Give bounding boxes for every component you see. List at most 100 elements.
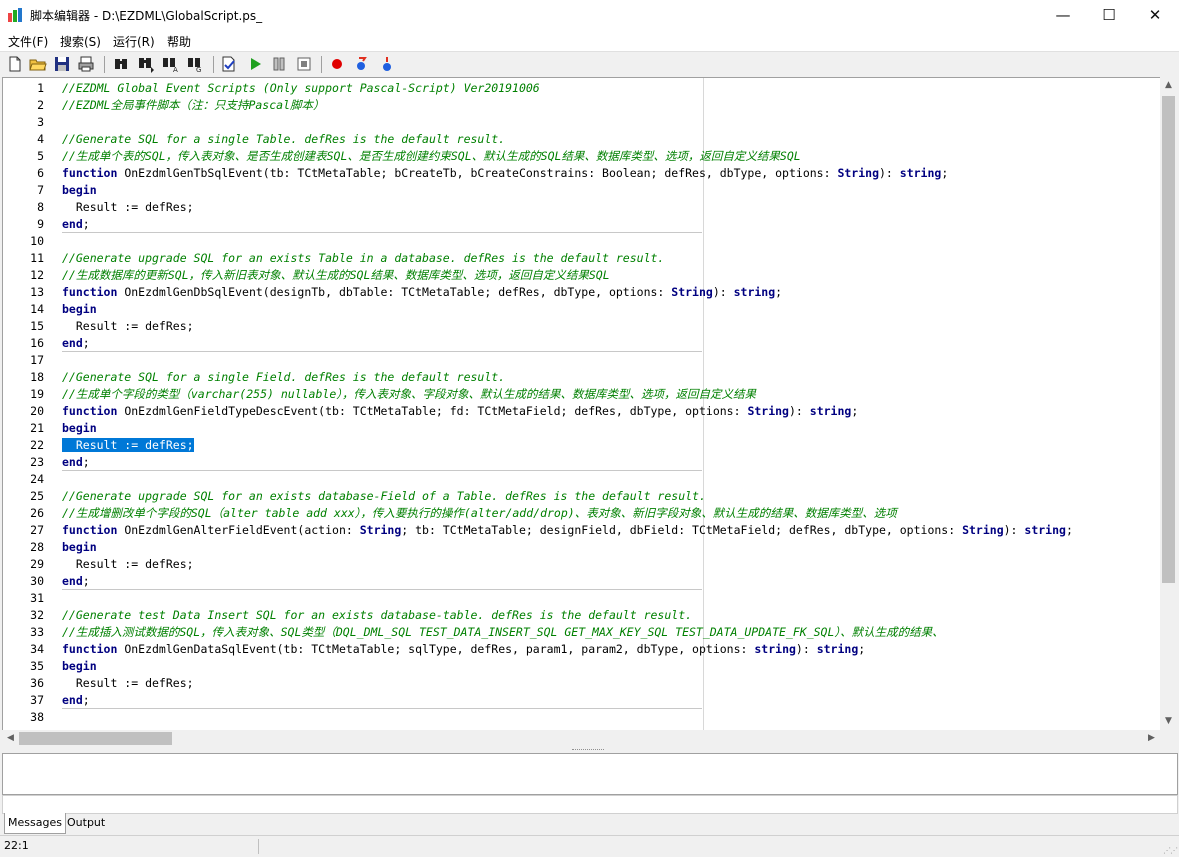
code-line[interactable]: 18 //Generate SQL for a single Field. def… bbox=[3, 369, 1160, 386]
horizontal-scroll-thumb[interactable] bbox=[19, 732, 172, 745]
code-line[interactable]: 16 end; bbox=[3, 335, 1160, 352]
code-line[interactable]: 12 //生成数据库的更新SQL，传入新旧表对象、默认生成的SQL结果、数据库类型… bbox=[3, 267, 1160, 284]
code-line[interactable]: 5 //生成单个表的SQL，传入表对象、是否生成创建表SQL、是否生成创建约束SQ… bbox=[3, 148, 1160, 165]
code-line[interactable]: 3 bbox=[3, 114, 1160, 131]
code-line[interactable]: 31 bbox=[3, 590, 1160, 607]
line-number: 12 bbox=[30, 268, 44, 282]
maximize-button[interactable]: ☐ bbox=[1086, 0, 1132, 31]
menu-run[interactable]: 运行(R) bbox=[113, 33, 155, 50]
code-line[interactable]: 26 //生成增删改单个字段的SQL（alter table add xxx），传… bbox=[3, 505, 1160, 522]
code-line[interactable]: 38 bbox=[3, 709, 1160, 726]
new-file-icon[interactable] bbox=[6, 55, 24, 73]
comment-token: //Generate SQL for a single Table. defRe… bbox=[62, 132, 506, 146]
messages-panel[interactable] bbox=[2, 753, 1178, 795]
code-token: OnEzdmlGenDbSqlEvent(designTb, dbTable: … bbox=[117, 285, 672, 299]
breakpoint-icon[interactable] bbox=[328, 55, 346, 73]
comment-token: //EZDML Global Event Scripts (Only suppo… bbox=[62, 81, 540, 95]
code-line[interactable]: 11 //Generate upgrade SQL for an exists T… bbox=[3, 250, 1160, 267]
code-text: //EZDML全局事件脚本（注：只支持Pascal脚本） bbox=[62, 97, 325, 114]
keyword-token: begin bbox=[62, 540, 97, 554]
code-line[interactable]: 25 //Generate upgrade SQL for an exists d… bbox=[3, 488, 1160, 505]
scroll-up-icon[interactable]: ▲ bbox=[1160, 77, 1177, 94]
code-line[interactable]: 27 function OnEzdmlGenAlterFieldEvent(act… bbox=[3, 522, 1160, 539]
code-line[interactable]: 4 //Generate SQL for a single Table. defR… bbox=[3, 131, 1160, 148]
code-line[interactable]: 21 begin bbox=[3, 420, 1160, 437]
step-icon[interactable] bbox=[295, 55, 313, 73]
code-token: OnEzdmlGenDataSqlEvent(tb: TCtMetaTable;… bbox=[117, 642, 755, 656]
resize-grip-icon[interactable]: ⋰⋰ bbox=[1163, 846, 1178, 855]
code-line[interactable]: 9 end; bbox=[3, 216, 1160, 233]
code-line[interactable]: 30 end; bbox=[3, 573, 1160, 590]
code-line[interactable]: 2 //EZDML全局事件脚本（注：只支持Pascal脚本） bbox=[3, 97, 1160, 114]
code-line[interactable]: 28 begin bbox=[3, 539, 1160, 556]
code-text: function OnEzdmlGenDataSqlEvent(tb: TCtM… bbox=[62, 641, 865, 658]
code-line[interactable]: 33 //生成插入测试数据的SQL，传入表对象、SQL类型（DQL_DML_SQL… bbox=[3, 624, 1160, 641]
horizontal-scrollbar[interactable]: ◀ ▶ bbox=[2, 730, 1160, 747]
status-bar: 22:1 ⋰⋰ bbox=[0, 835, 1179, 857]
code-line[interactable]: 36 Result := defRes; bbox=[3, 675, 1160, 692]
code-line[interactable]: 32 //Generate test Data Insert SQL for an… bbox=[3, 607, 1160, 624]
line-number: 13 bbox=[30, 285, 44, 299]
code-text: Result := defRes; bbox=[62, 675, 194, 692]
menu-help[interactable]: 帮助 bbox=[167, 33, 191, 50]
code-line[interactable]: 20 function OnEzdmlGenFieldTypeDescEvent(… bbox=[3, 403, 1160, 420]
code-line[interactable]: 13 function OnEzdmlGenDbSqlEvent(designTb… bbox=[3, 284, 1160, 301]
splitter-grip-icon[interactable] bbox=[572, 749, 604, 752]
open-folder-icon[interactable] bbox=[29, 55, 47, 73]
goto-line-icon[interactable]: G bbox=[187, 55, 205, 73]
code-line[interactable]: 23 end; bbox=[3, 454, 1160, 471]
code-text: //Generate upgrade SQL for an exists dat… bbox=[62, 488, 706, 505]
pause-icon[interactable] bbox=[270, 55, 288, 73]
keyword-token: string bbox=[816, 642, 859, 656]
code-line[interactable]: 37 end; bbox=[3, 692, 1160, 709]
step-into-icon[interactable] bbox=[353, 55, 371, 73]
minimize-button[interactable]: — bbox=[1040, 0, 1086, 31]
code-editor[interactable]: 1 //EZDML Global Event Scripts (Only supp… bbox=[2, 77, 1160, 731]
keyword-token: begin bbox=[62, 659, 97, 673]
code-line[interactable]: 10 bbox=[3, 233, 1160, 250]
menu-search[interactable]: 搜索(S) bbox=[60, 33, 101, 50]
replace-icon[interactable]: A bbox=[162, 55, 180, 73]
code-line[interactable]: 14 begin bbox=[3, 301, 1160, 318]
tab-output[interactable]: Output bbox=[64, 813, 108, 833]
code-line[interactable]: 17 bbox=[3, 352, 1160, 369]
code-line[interactable]: 8 Result := defRes; bbox=[3, 199, 1160, 216]
code-text: function OnEzdmlGenFieldTypeDescEvent(tb… bbox=[62, 403, 858, 420]
line-number: 37 bbox=[30, 693, 44, 707]
keyword-token: string bbox=[809, 404, 852, 418]
save-icon[interactable] bbox=[53, 55, 71, 73]
code-line[interactable]: 19 //生成单个字段的类型（varchar(255) nullable），传入表… bbox=[3, 386, 1160, 403]
line-number: 25 bbox=[30, 489, 44, 503]
scroll-left-icon[interactable]: ◀ bbox=[2, 730, 19, 747]
print-preview-icon[interactable] bbox=[77, 55, 95, 73]
menu-file[interactable]: 文件(F) bbox=[8, 33, 48, 50]
code-line[interactable]: 6 function OnEzdmlGenTbSqlEvent(tb: TCtMe… bbox=[3, 165, 1160, 182]
keyword-token: begin bbox=[62, 302, 97, 316]
comment-token: //Generate upgrade SQL for an exists dat… bbox=[62, 489, 706, 503]
code-line[interactable]: 7 begin bbox=[3, 182, 1160, 199]
code-line[interactable]: 22 Result := defRes; bbox=[3, 437, 1160, 454]
code-line[interactable]: 15 Result := defRes; bbox=[3, 318, 1160, 335]
line-number: 9 bbox=[37, 217, 44, 231]
step-over-icon[interactable] bbox=[378, 55, 396, 73]
code-line[interactable]: 35 begin bbox=[3, 658, 1160, 675]
scroll-down-icon[interactable]: ▼ bbox=[1160, 713, 1177, 730]
vertical-scrollbar[interactable]: ▲ ▼ bbox=[1160, 77, 1177, 730]
code-line[interactable]: 29 Result := defRes; bbox=[3, 556, 1160, 573]
code-line[interactable]: 24 bbox=[3, 471, 1160, 488]
code-line[interactable]: 34 function OnEzdmlGenDataSqlEvent(tb: TC… bbox=[3, 641, 1160, 658]
keyword-token: function bbox=[62, 285, 118, 299]
code-text: function OnEzdmlGenDbSqlEvent(designTb, … bbox=[62, 284, 782, 301]
code-line[interactable]: 1 //EZDML Global Event Scripts (Only supp… bbox=[3, 80, 1160, 97]
menu-bar: 文件(F) 搜索(S) 运行(R) 帮助 bbox=[0, 31, 1179, 51]
tab-messages[interactable]: Messages bbox=[4, 813, 66, 834]
syntax-check-icon[interactable] bbox=[220, 55, 238, 73]
vertical-scroll-thumb[interactable] bbox=[1162, 96, 1175, 583]
run-icon[interactable] bbox=[246, 55, 264, 73]
scroll-right-icon[interactable]: ▶ bbox=[1143, 730, 1160, 747]
find-next-icon[interactable] bbox=[137, 55, 155, 73]
find-icon[interactable] bbox=[112, 55, 130, 73]
svg-text:A: A bbox=[173, 66, 178, 73]
close-button[interactable]: ✕ bbox=[1132, 0, 1178, 31]
code-token: ): bbox=[795, 642, 817, 656]
